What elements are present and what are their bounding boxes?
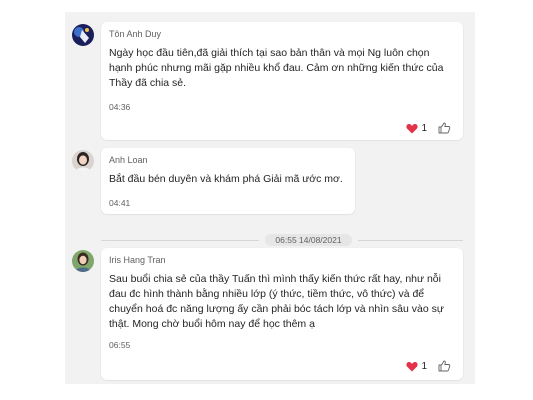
message-text-line: thật. Mong chờ buổi hôm nay để học thêm … (109, 318, 315, 330)
message-text-line: đau đc hình thành bằng nhiều lớp (ý thức… (109, 288, 425, 300)
date-divider: 06:55 14/08/2021 (65, 234, 475, 246)
message-time: 04:41 (109, 198, 131, 208)
like-icon[interactable] (438, 122, 451, 134)
message-text-line: hạnh phúc nhưng mãi gặp nhiều khổ đau. C… (109, 62, 444, 74)
message-text-line: chuyển hoá đc năng lượng ấy cần phải bóc… (109, 303, 444, 315)
reaction-count: 1 (421, 122, 427, 134)
avatar[interactable] (72, 24, 94, 46)
avatar[interactable] (72, 150, 94, 172)
message-bubble: Tôn Anh Duy Ngày học đầu tiên,đã giải th… (101, 22, 463, 140)
sender-name: Tôn Anh Duy (109, 29, 162, 39)
divider-line (101, 240, 259, 241)
like-icon[interactable] (438, 360, 451, 372)
heart-icon[interactable] (406, 361, 419, 372)
message-text-line: Ngày học đầu tiên,đã giải thích tại sao … (109, 47, 430, 59)
reaction-count: 1 (421, 360, 427, 372)
heart-icon[interactable] (406, 123, 419, 134)
message-bubble: Anh Loan Bắt đầu bén duyên và khám phá G… (101, 148, 355, 214)
sender-name: Anh Loan (109, 155, 148, 165)
message-bubble: Iris Hang Tran Sau buổi chia sẻ của thầy… (101, 248, 463, 380)
message-time: 04:36 (109, 102, 131, 112)
divider-line (358, 240, 463, 241)
message-text-line: Thầy đã chia sẻ. (109, 77, 187, 89)
date-label: 06:55 14/08/2021 (265, 234, 352, 246)
message-text-line: Bắt đầu bén duyên và khám phá Giải mã ướ… (109, 173, 343, 185)
avatar[interactable] (72, 250, 94, 272)
reactions: 1 (406, 360, 451, 372)
reactions: 1 (406, 122, 451, 134)
chat-area: Tôn Anh Duy Ngày học đầu tiên,đã giải th… (65, 12, 475, 384)
message-text-line: Sau buổi chia sẻ của thầy Tuấn thì mình … (109, 273, 441, 285)
sender-name: Iris Hang Tran (109, 255, 166, 265)
message-time: 06:55 (109, 340, 131, 350)
